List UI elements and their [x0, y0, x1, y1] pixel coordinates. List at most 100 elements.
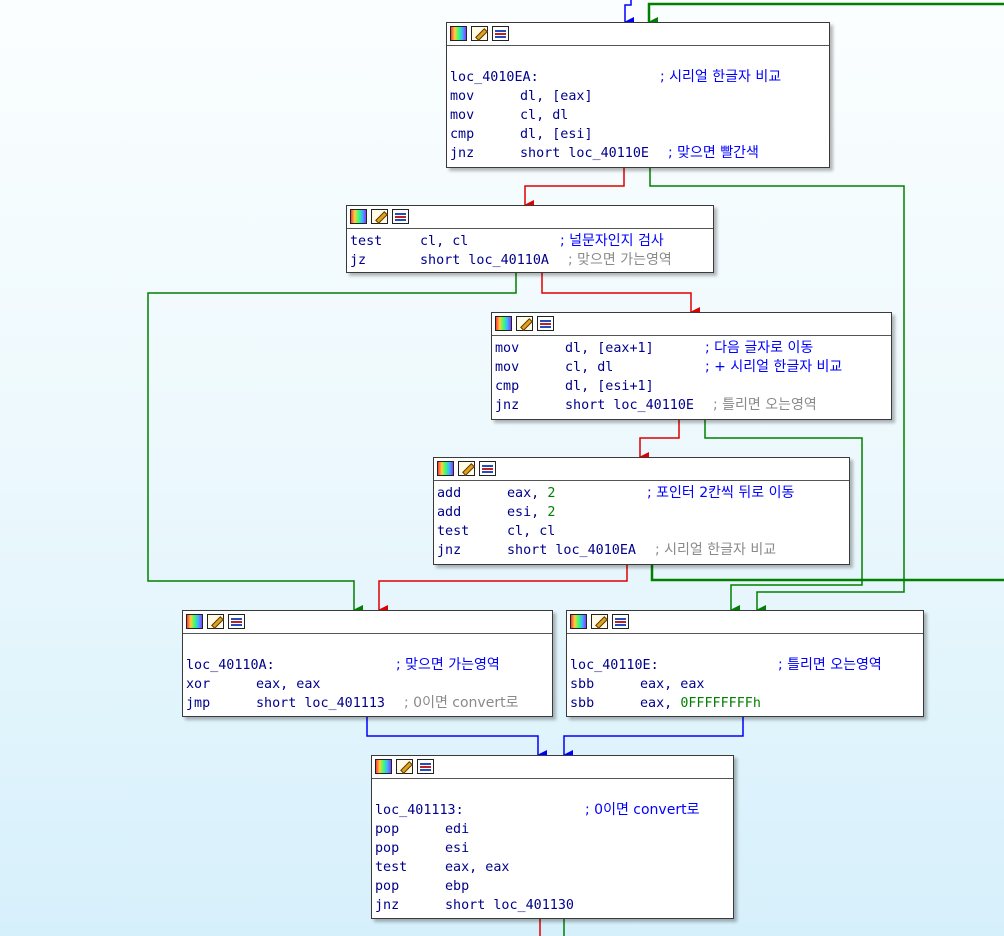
comment: ; 시리얼 한글자 비교: [660, 69, 782, 85]
opcode: test: [437, 524, 470, 539]
code-line: sbb eax, eax: [570, 675, 920, 694]
code-block-loc-401113[interactable]: loc_401113:; 0이면 convert로 pop edi pop esi …: [371, 755, 734, 919]
opcode: mov: [495, 360, 520, 375]
label[interactable]: loc_40110E:: [570, 656, 659, 675]
code-line: jnz short loc_40110E ; 틀리면 오는영역: [495, 396, 888, 415]
edit-color-icon[interactable]: [396, 759, 413, 774]
operands: eax, 2: [507, 486, 556, 501]
operands: cl, dl: [565, 360, 614, 375]
graph-overview-icon[interactable]: [186, 614, 203, 629]
opcode: xor: [186, 677, 211, 692]
edit-color-icon[interactable]: [516, 316, 533, 331]
code-line: mov cl, dl ; + 시리얼 한글자 비교: [495, 358, 888, 377]
comment: ; 시리얼 한글자 비교: [655, 542, 777, 558]
xref-icon[interactable]: [492, 26, 509, 41]
graph-overview-icon[interactable]: [350, 209, 367, 224]
operands[interactable]: short loc_4010EA: [507, 541, 636, 560]
code-block-loc-40110a[interactable]: loc_40110A: ; 맞으면 가는영역 xor eax, eax jmp sho…: [182, 610, 553, 717]
graph-overview-icon[interactable]: [437, 461, 454, 476]
edit-color-icon[interactable]: [471, 26, 488, 41]
operands[interactable]: short loc_401113: [256, 694, 385, 713]
block-header: [492, 313, 891, 336]
operands[interactable]: short loc_40110A: [420, 251, 549, 270]
block-header: [567, 611, 923, 634]
opcode: add: [437, 505, 462, 520]
operands: dl, [esi]: [520, 127, 593, 142]
code-line: jnz short loc_401130: [375, 896, 730, 915]
xref-icon[interactable]: [537, 316, 554, 331]
operands: esi, 2: [507, 505, 556, 520]
edit-color-icon[interactable]: [207, 614, 224, 629]
code-line: cmp dl, [esi+1]: [495, 377, 888, 396]
edit-color-icon[interactable]: [591, 614, 608, 629]
immediate-value: 0FFFFFFFFh: [680, 696, 761, 711]
code-line: mov dl, [eax]: [450, 87, 826, 106]
opcode: pop: [375, 879, 400, 894]
block-header: [447, 23, 829, 46]
opcode: cmp: [450, 127, 475, 142]
edge-b5-b7-blue: [366, 717, 547, 760]
operands[interactable]: short loc_40110E: [520, 144, 649, 163]
immediate-value: 2: [547, 486, 556, 501]
opcode: jnz: [375, 898, 400, 913]
operands: cl, dl: [520, 108, 569, 123]
operands[interactable]: short loc_40110E: [565, 396, 694, 415]
edit-color-icon[interactable]: [458, 461, 475, 476]
block-header: [347, 206, 713, 229]
comment: ; 널문자인지 검사: [560, 233, 664, 249]
label[interactable]: loc_4010EA:: [450, 68, 539, 87]
code-line: add esi, 2: [437, 503, 846, 522]
operands: cl, cl: [420, 234, 469, 249]
block-header: [434, 458, 849, 481]
graph-overview-icon[interactable]: [375, 759, 392, 774]
operands: eax, 0FFFFFFFFh: [640, 696, 761, 711]
code-line: pop esi: [375, 839, 730, 858]
code-block-loc-40110e[interactable]: loc_40110E: ; 틀리면 오는영역 sbb eax, eax sbb eax…: [566, 610, 924, 717]
code-block-next-char[interactable]: mov dl, [eax+1] ; 다음 글자로 이동 mov cl, dl ; + 시…: [491, 312, 892, 420]
code-block-advance-pointers[interactable]: add eax, 2 ; 포인터 2칸씩 뒤로 이동 add esi, 2 test c…: [433, 457, 850, 565]
code-line: xor eax, eax: [186, 675, 549, 694]
graph-overview-icon[interactable]: [450, 26, 467, 41]
label[interactable]: loc_401113:: [375, 801, 464, 820]
code-line: loc_40110E: ; 틀리면 오는영역: [570, 656, 920, 675]
operands: eax, eax: [256, 677, 321, 692]
comment: ; 0이면 convert로: [585, 802, 700, 818]
code-line: pop ebp: [375, 877, 730, 896]
comment: ; 0이면 convert로: [404, 695, 519, 711]
xref-icon[interactable]: [392, 209, 409, 224]
code-block-loc-4010ea[interactable]: loc_4010EA: ; 시리얼 한글자 비교 mov dl, [eax] mov…: [446, 22, 830, 168]
code-line: cmp dl, [esi]: [450, 125, 826, 144]
comment: ; 맞으면 빨간색: [668, 145, 759, 161]
operands: eax, eax: [640, 677, 705, 692]
xref-icon[interactable]: [612, 614, 629, 629]
operands: dl, [eax]: [520, 89, 593, 104]
operands[interactable]: short loc_401130: [445, 896, 574, 915]
code-line: mov dl, [eax+1] ; 다음 글자로 이동: [495, 339, 888, 358]
comment: ; 맞으면 가는영역: [396, 657, 500, 673]
operands: dl, [eax+1]: [565, 341, 654, 356]
label[interactable]: loc_40110A:: [186, 656, 275, 675]
operands: cl, cl: [507, 524, 556, 539]
opcode: jnz: [495, 398, 520, 413]
edge-b4-loop-green: [650, 565, 1004, 582]
code-block-null-check[interactable]: test cl, cl ; 널문자인지 검사 jz short loc_40110A;…: [346, 205, 714, 273]
graph-overview-icon[interactable]: [495, 316, 512, 331]
opcode: mov: [450, 89, 475, 104]
code-line: jnz short loc_4010EA ; 시리얼 한글자 비교: [437, 541, 846, 560]
comment: ; 틀리면 오는영역: [778, 657, 882, 673]
code-line: jz short loc_40110A ; 맞으면 가는영역: [350, 251, 710, 270]
code-line: test cl, cl: [437, 522, 846, 541]
edge-b3-b4-red: [639, 420, 680, 462]
edit-color-icon[interactable]: [371, 209, 388, 224]
code-line: test eax, eax: [375, 858, 730, 877]
comment: ; 다음 글자로 이동: [705, 340, 814, 356]
code-line: loc_401113: ; 0이면 convert로: [375, 801, 730, 820]
xref-icon[interactable]: [417, 759, 434, 774]
xref-icon[interactable]: [479, 461, 496, 476]
xref-icon[interactable]: [228, 614, 245, 629]
graph-overview-icon[interactable]: [570, 614, 587, 629]
code-line: add eax, 2 ; 포인터 2칸씩 뒤로 이동: [437, 484, 846, 503]
